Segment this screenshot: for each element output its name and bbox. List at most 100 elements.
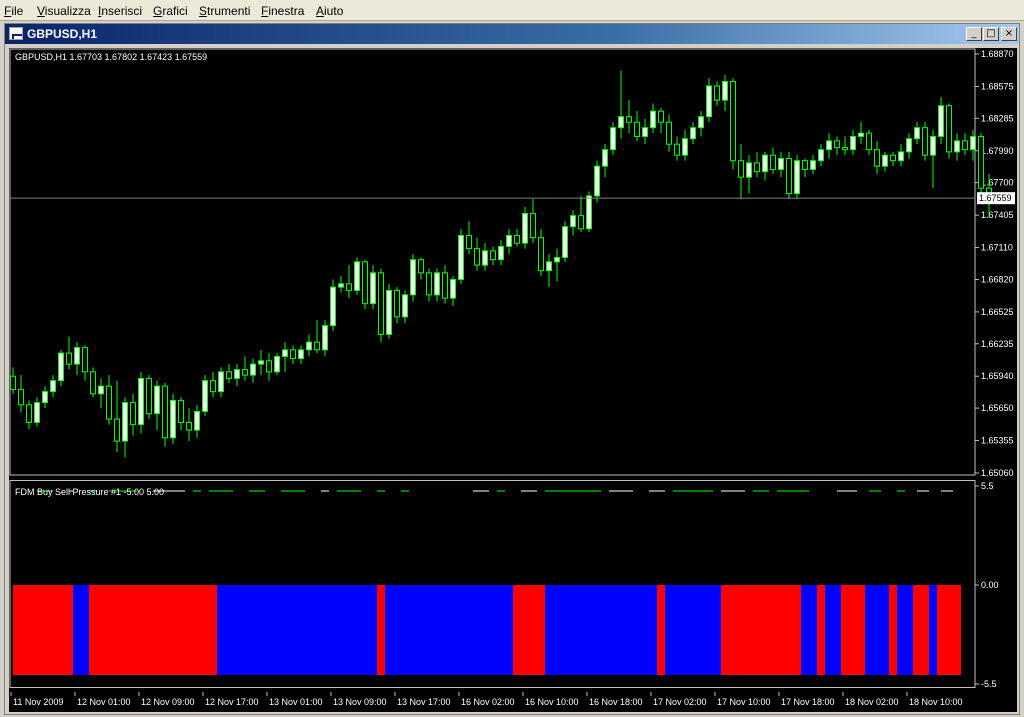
candle-body <box>58 352 64 382</box>
candle-body <box>34 402 40 423</box>
buy-pressure-bar <box>913 585 929 675</box>
buy-pressure-bar <box>13 585 73 675</box>
candle-body <box>186 421 192 431</box>
sell-pressure-bar <box>897 585 913 675</box>
candle-body <box>18 388 24 406</box>
candle-body <box>778 157 784 170</box>
candle-body <box>130 402 136 426</box>
chart-area[interactable]: 1.68870 1.68575 1.68285 1.67990 1.67700 1.674… <box>9 48 1017 712</box>
indicator-tick-label: -5.5 <box>981 679 997 688</box>
time-tick-label: 12 Nov 17:00 <box>205 697 259 707</box>
price-tick-label: 1.68285 <box>981 113 1014 123</box>
candle-body <box>170 399 176 439</box>
candle-body <box>218 371 224 393</box>
candle-body <box>546 261 552 272</box>
candle-body <box>658 110 664 123</box>
price-chart-panel[interactable]: 1.68870 1.68575 1.68285 1.67990 1.67700 1.674… <box>9 48 1017 476</box>
time-tick-label: 17 Nov 02:00 <box>653 697 707 707</box>
sell-pressure-bar <box>217 585 377 675</box>
candle-body <box>106 385 112 420</box>
candle-body <box>354 261 360 291</box>
candle-body <box>930 135 936 156</box>
time-tick-label: 16 Nov 02:00 <box>461 697 515 707</box>
sell-pressure-bar <box>385 585 513 675</box>
buy-pressure-bar <box>841 585 865 675</box>
close-button[interactable]: × <box>1001 27 1017 41</box>
candle-body <box>802 160 808 170</box>
buy-pressure-bar <box>657 585 665 675</box>
minimize-button[interactable]: _ <box>966 27 982 41</box>
restore-button[interactable]: □ <box>983 27 999 41</box>
candle-body <box>706 85 712 118</box>
candle-body <box>978 135 984 189</box>
candle-body <box>74 347 80 365</box>
menu-file[interactable]: File <box>4 4 23 18</box>
time-tick-label: 11 Nov 2009 <box>13 697 63 707</box>
candle-body <box>234 369 240 379</box>
candle-body <box>762 154 768 173</box>
candle-body <box>114 418 120 442</box>
candle-body <box>10 375 16 390</box>
candle-body <box>842 146 848 151</box>
time-tick-label: 13 Nov 17:00 <box>397 697 451 707</box>
candle-body <box>746 162 752 178</box>
indicator-panel[interactable]: 5.5 0.00 -5.5 FDM Buy Sell Pressure #1 -5.0… <box>9 480 1017 688</box>
window-title-bar[interactable]: GBPUSD,H1 _ □ × <box>5 24 1019 44</box>
candle-body <box>938 105 944 137</box>
candle-body <box>442 272 448 299</box>
price-tick-label: 1.68870 <box>981 49 1014 59</box>
candle-body <box>162 385 168 439</box>
candle-body <box>450 278 456 299</box>
buy-pressure-bar <box>721 585 801 675</box>
sell-pressure-bar <box>545 585 657 675</box>
price-tick-label: 1.66525 <box>981 307 1014 317</box>
candle-body <box>426 272 432 296</box>
candle-body <box>194 410 200 431</box>
candle-body <box>666 121 672 145</box>
candle-body <box>594 165 600 197</box>
candle-body <box>818 149 824 162</box>
candle-body <box>314 341 320 351</box>
menu-strumenti[interactable]: Strumenti <box>199 4 250 18</box>
menu-grafici[interactable]: Grafici <box>153 4 188 18</box>
candle-body <box>474 248 480 266</box>
candle-body <box>554 256 560 263</box>
candle-body <box>866 132 872 151</box>
candle-body <box>66 352 72 365</box>
candle-body <box>810 160 816 170</box>
candle-body <box>722 80 728 101</box>
candle-body <box>282 349 288 357</box>
menu-aiuto[interactable]: Aiuto <box>316 4 343 18</box>
candle-body <box>138 377 144 426</box>
candle-body <box>834 140 840 148</box>
buy-pressure-bar <box>89 585 217 675</box>
candle-body <box>266 360 272 373</box>
menu-bar: File Visualizza Inserisci Grafici Strumenti F… <box>0 0 1024 21</box>
candle-body <box>90 371 96 395</box>
candle-body <box>874 149 880 167</box>
time-tick-label: 16 Nov 10:00 <box>525 697 579 707</box>
candle-body <box>210 380 216 393</box>
price-tick-label: 1.65060 <box>981 468 1014 476</box>
menu-visualizza[interactable]: Visualizza <box>37 4 91 18</box>
candle-body <box>882 154 888 167</box>
candle-body <box>202 380 208 412</box>
candle-body <box>458 234 464 280</box>
time-tick-label: 17 Nov 18:00 <box>781 697 835 707</box>
candle-body <box>850 135 856 151</box>
candle-body <box>434 272 440 296</box>
menu-inserisci[interactable]: Inserisci <box>98 4 142 18</box>
candle-body <box>370 272 376 305</box>
chart-window-icon <box>9 27 23 40</box>
menu-finestra[interactable]: Finestra <box>261 4 304 18</box>
candle-body <box>378 272 384 335</box>
buy-pressure-bar <box>889 585 897 675</box>
sell-pressure-bar <box>801 585 817 675</box>
candle-body <box>946 105 952 153</box>
candle-body <box>898 151 904 162</box>
candle-body <box>730 80 736 162</box>
sell-pressure-bar <box>73 585 89 675</box>
time-tick-label: 18 Nov 02:00 <box>845 697 899 707</box>
time-tick-label: 16 Nov 18:00 <box>589 697 643 707</box>
sell-pressure-bar <box>929 585 937 675</box>
